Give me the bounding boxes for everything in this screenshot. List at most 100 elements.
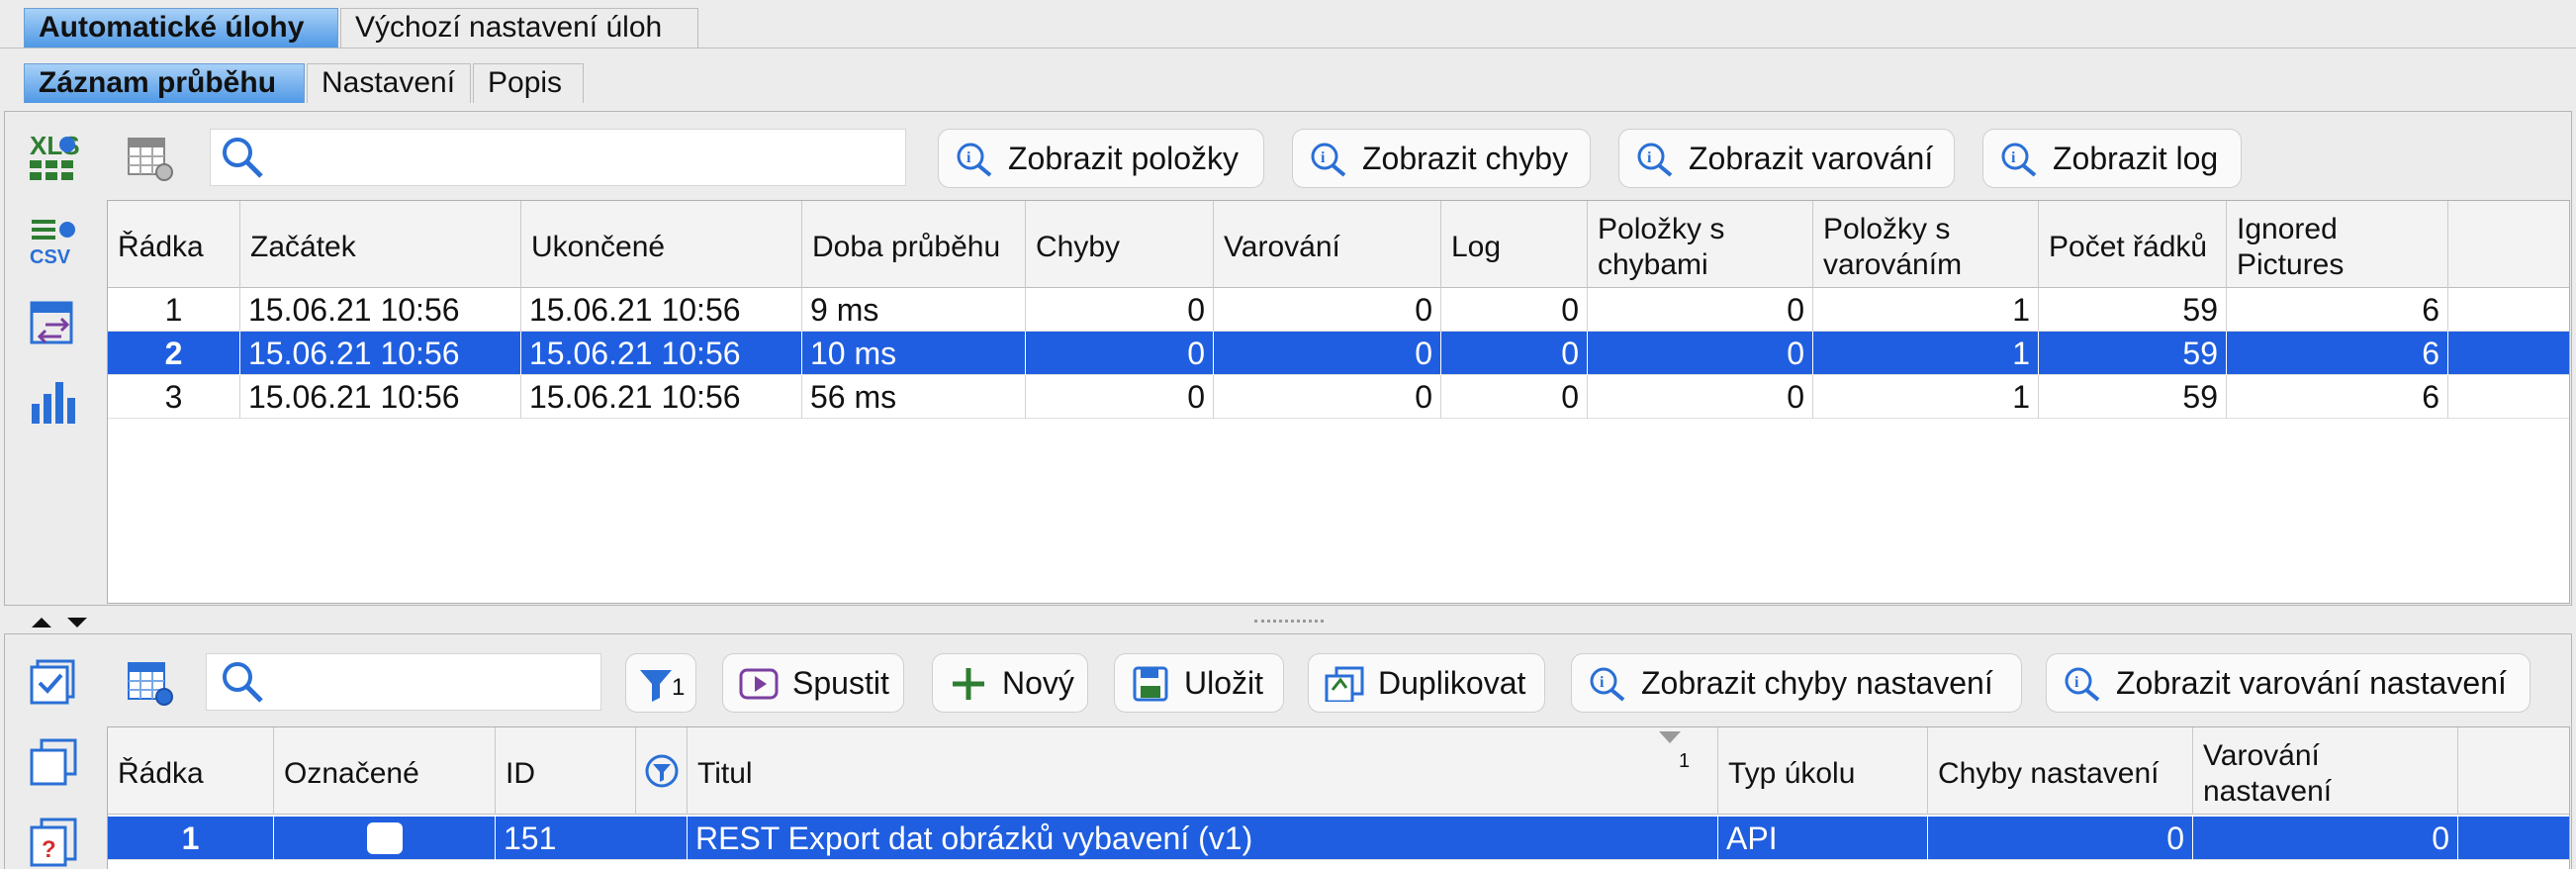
cell: 1 [1813, 332, 2039, 375]
filter-icon [640, 670, 672, 702]
new-button[interactable]: Nový [932, 653, 1088, 713]
col-varovani[interactable]: Varování [1214, 201, 1441, 288]
cell: 6 [2227, 332, 2448, 375]
col-ignored-pictures[interactable]: Ignored Pictures [2227, 201, 2448, 288]
duplicate-button[interactable]: Duplikovat [1308, 653, 1545, 713]
tab-popis[interactable]: Popis [473, 63, 584, 103]
col-typ-ukolu[interactable]: Typ úkolu [1718, 727, 1928, 815]
col-id[interactable]: ID [496, 727, 636, 815]
show-setting-errors-button[interactable]: i Zobrazit chyby nastavení [1571, 653, 2022, 713]
col-polozky-s-varovanim[interactable]: Položky s varováním [1813, 201, 2039, 288]
table-settings-icon[interactable] [125, 133, 176, 184]
cell: 15.06.21 10:56 [240, 332, 521, 375]
cell: 15.06.21 10:56 [240, 375, 521, 419]
cell: 1 [1813, 288, 2039, 332]
marked-checkbox[interactable] [367, 822, 403, 854]
splitter-collapse-icon[interactable] [28, 614, 97, 631]
tab-vychozi-nastaveni-uloh[interactable]: Výchozí nastavení úloh [340, 8, 698, 48]
table-row[interactable]: 1 15.06.21 10:56 15.06.21 10:56 9 ms 0 0… [108, 288, 2569, 332]
cell: 0 [1588, 288, 1813, 332]
copy-icon[interactable] [28, 736, 79, 788]
save-label: Uložit [1184, 665, 1264, 701]
show-warnings-button[interactable]: i Zobrazit varování [1618, 129, 1955, 188]
save-icon [1133, 666, 1168, 702]
col-oznacene[interactable]: Označené [274, 727, 496, 815]
cell: 59 [2039, 332, 2227, 375]
cell: 15.06.21 10:56 [521, 332, 802, 375]
col-zacatek[interactable]: Začátek [240, 201, 521, 288]
col-chyby[interactable]: Chyby [1026, 201, 1214, 288]
marked-cell [274, 817, 496, 860]
tab-automaticke-ulohy[interactable]: Automatické úlohy [24, 8, 338, 48]
cell: API [1718, 817, 1928, 860]
cell: 59 [2039, 375, 2227, 419]
svg-text:i: i [966, 149, 971, 166]
tab-zaznam-prubehu[interactable]: Záznam průběhu [24, 63, 305, 103]
export-xls-icon[interactable]: XLS [28, 131, 79, 182]
col-radka[interactable]: Řádka [108, 727, 274, 815]
table-row-selected[interactable]: 1 151 REST Export dat obrázků vybavení (… [108, 817, 2569, 860]
help-document-icon[interactable]: ? [28, 816, 79, 867]
col-radka[interactable]: Řádka [108, 201, 240, 288]
cell: 0 [1026, 288, 1214, 332]
svg-text:i: i [1600, 674, 1605, 691]
col-polozky-s-chybami[interactable]: Položky s chybami [1588, 201, 1813, 288]
tab-nastaveni[interactable]: Nastavení [307, 63, 471, 103]
cell: 15.06.21 10:56 [521, 375, 802, 419]
svg-text:i: i [1321, 149, 1326, 166]
show-errors-button[interactable]: i Zobrazit chyby [1292, 129, 1591, 188]
show-setting-warnings-button[interactable]: i Zobrazit varování nastavení [2046, 653, 2530, 713]
table-row-selected[interactable]: 2 15.06.21 10:56 15.06.21 10:56 10 ms 0 … [108, 332, 2569, 375]
col-log[interactable]: Log [1441, 201, 1588, 288]
chart-icon[interactable] [28, 376, 79, 428]
svg-text:?: ? [42, 836, 56, 863]
sort-descending-icon [1659, 731, 1681, 743]
cell: 0 [1214, 332, 1441, 375]
show-items-label: Zobrazit položky [1008, 141, 1239, 176]
col-chyby-nastaveni[interactable]: Chyby nastavení [1928, 727, 2193, 815]
col-titul[interactable]: Titul 1 [688, 727, 1718, 815]
search-icon [223, 662, 263, 703]
table-row[interactable]: 3 15.06.21 10:56 15.06.21 10:56 56 ms 0 … [108, 375, 2569, 419]
cell: 3 [108, 375, 240, 419]
cell: 0 [1026, 332, 1214, 375]
show-warnings-label: Zobrazit varování [1689, 141, 1934, 176]
filter-button[interactable]: 1 [625, 653, 696, 713]
cell: 0 [1026, 375, 1214, 419]
cell: 0 [1928, 817, 2193, 860]
cell: 1 [108, 817, 274, 860]
info-magnifier-icon: i [1311, 143, 1346, 177]
check-select-icon[interactable] [28, 657, 79, 709]
cell: 0 [1214, 375, 1441, 419]
info-magnifier-icon: i [1637, 143, 1673, 177]
cell: 0 [1214, 288, 1441, 332]
col-filter[interactable] [636, 727, 688, 815]
plus-icon [953, 668, 984, 700]
cell: 151 [496, 817, 688, 860]
table-transfer-icon[interactable] [28, 299, 79, 350]
show-items-button[interactable]: i Zobrazit položky [938, 129, 1264, 188]
col-pocet-radku[interactable]: Počet řádků [2039, 201, 2227, 288]
cell: 10 ms [802, 332, 1026, 375]
cell: 59 [2039, 288, 2227, 332]
cell: 0 [2193, 817, 2458, 860]
new-label: Nový [1002, 665, 1074, 701]
show-log-button[interactable]: i Zobrazit log [1982, 129, 2242, 188]
save-button[interactable]: Uložit [1114, 653, 1284, 713]
col-ukoncene[interactable]: Ukončené [521, 201, 802, 288]
export-csv-icon[interactable]: CSV [28, 216, 79, 267]
show-setting-warnings-label: Zobrazit varování nastavení [2116, 665, 2507, 701]
tasks-table: Řádka Označené ID Titul 1 Typ úkolu Chyb… [107, 726, 2570, 869]
log-search-input[interactable] [210, 129, 906, 186]
col-doba-prubehu[interactable]: Doba průběhu [802, 201, 1026, 288]
table-settings-icon[interactable] [125, 657, 176, 709]
splitter-handle[interactable] [1254, 620, 1324, 624]
cell: 0 [1588, 375, 1813, 419]
info-magnifier-icon: i [2001, 143, 2037, 177]
run-button[interactable]: Spustit [722, 653, 904, 713]
tasks-search-input[interactable] [206, 653, 601, 711]
cell: 0 [1588, 332, 1813, 375]
filter-count: 1 [672, 674, 686, 701]
col-varovani-nastaveni[interactable]: Varování nastavení [2193, 727, 2458, 815]
cell: 9 ms [802, 288, 1026, 332]
